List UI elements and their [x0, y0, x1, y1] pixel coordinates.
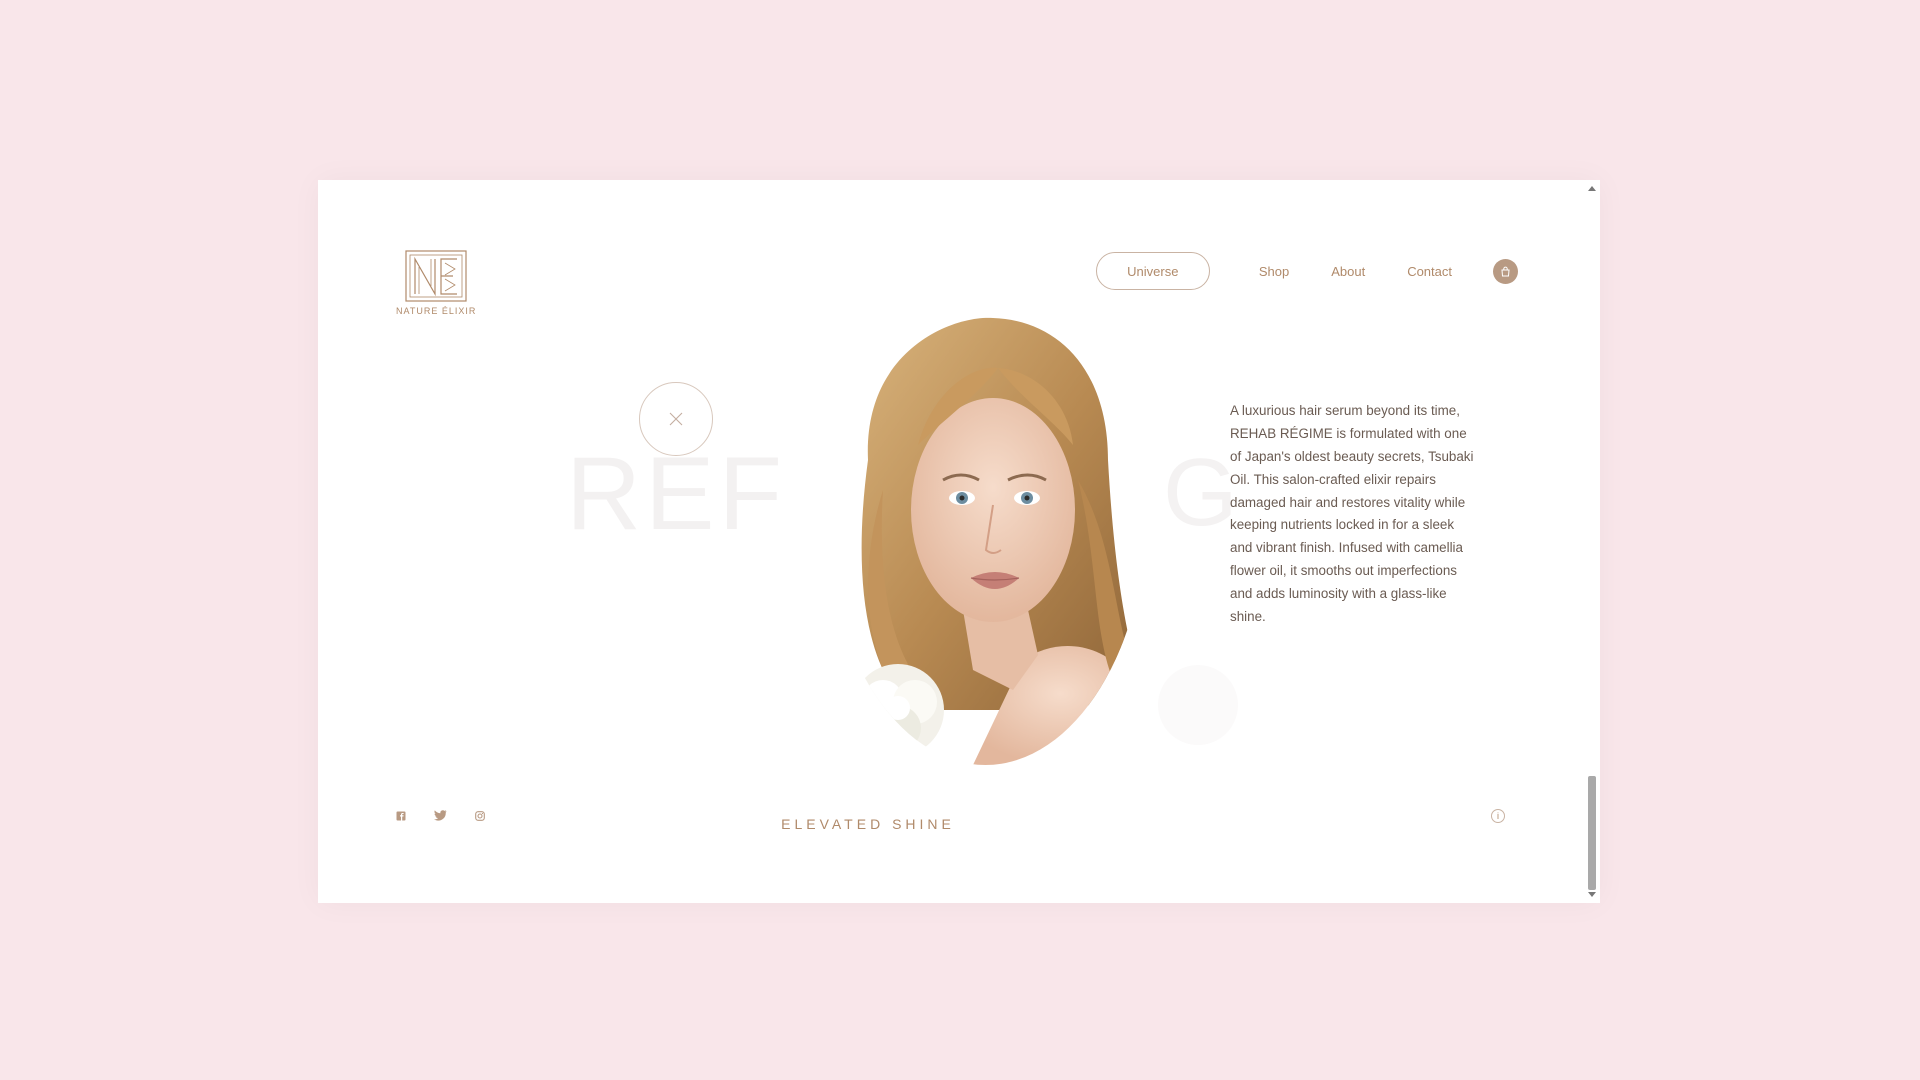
model-portrait-image	[823, 310, 1148, 765]
decorative-circle	[1158, 665, 1238, 745]
vertical-scrollbar[interactable]	[1586, 184, 1598, 899]
shopping-bag-icon	[1501, 266, 1510, 276]
page-window: NATURE ÉLIXIR Universe Shop About Contac…	[318, 180, 1600, 903]
logo-mark-icon	[405, 250, 467, 302]
nav-universe-button[interactable]: Universe	[1095, 252, 1210, 290]
nav-shop-link[interactable]: Shop	[1259, 264, 1289, 279]
close-button[interactable]	[639, 382, 713, 456]
nav-about-link[interactable]: About	[1331, 264, 1365, 279]
brand-logo[interactable]: NATURE ÉLIXIR	[396, 250, 476, 316]
scroll-down-arrow-icon[interactable]	[1588, 892, 1596, 897]
main-nav: Universe Shop About Contact	[1095, 251, 1518, 291]
close-icon	[669, 412, 683, 426]
nav-contact-link[interactable]: Contact	[1407, 264, 1452, 279]
info-icon[interactable]: i	[1491, 809, 1505, 823]
ghost-heading-end: G	[1163, 439, 1238, 546]
product-description: A luxurious hair serum beyond its time, …	[1230, 403, 1474, 624]
tagline: ELEVATED SHINE	[781, 816, 955, 832]
brand-name: NATURE ÉLIXIR	[396, 306, 477, 316]
cart-button[interactable]	[1493, 258, 1518, 284]
scroll-thumb[interactable]	[1588, 776, 1596, 890]
scroll-up-arrow-icon[interactable]	[1588, 186, 1596, 191]
